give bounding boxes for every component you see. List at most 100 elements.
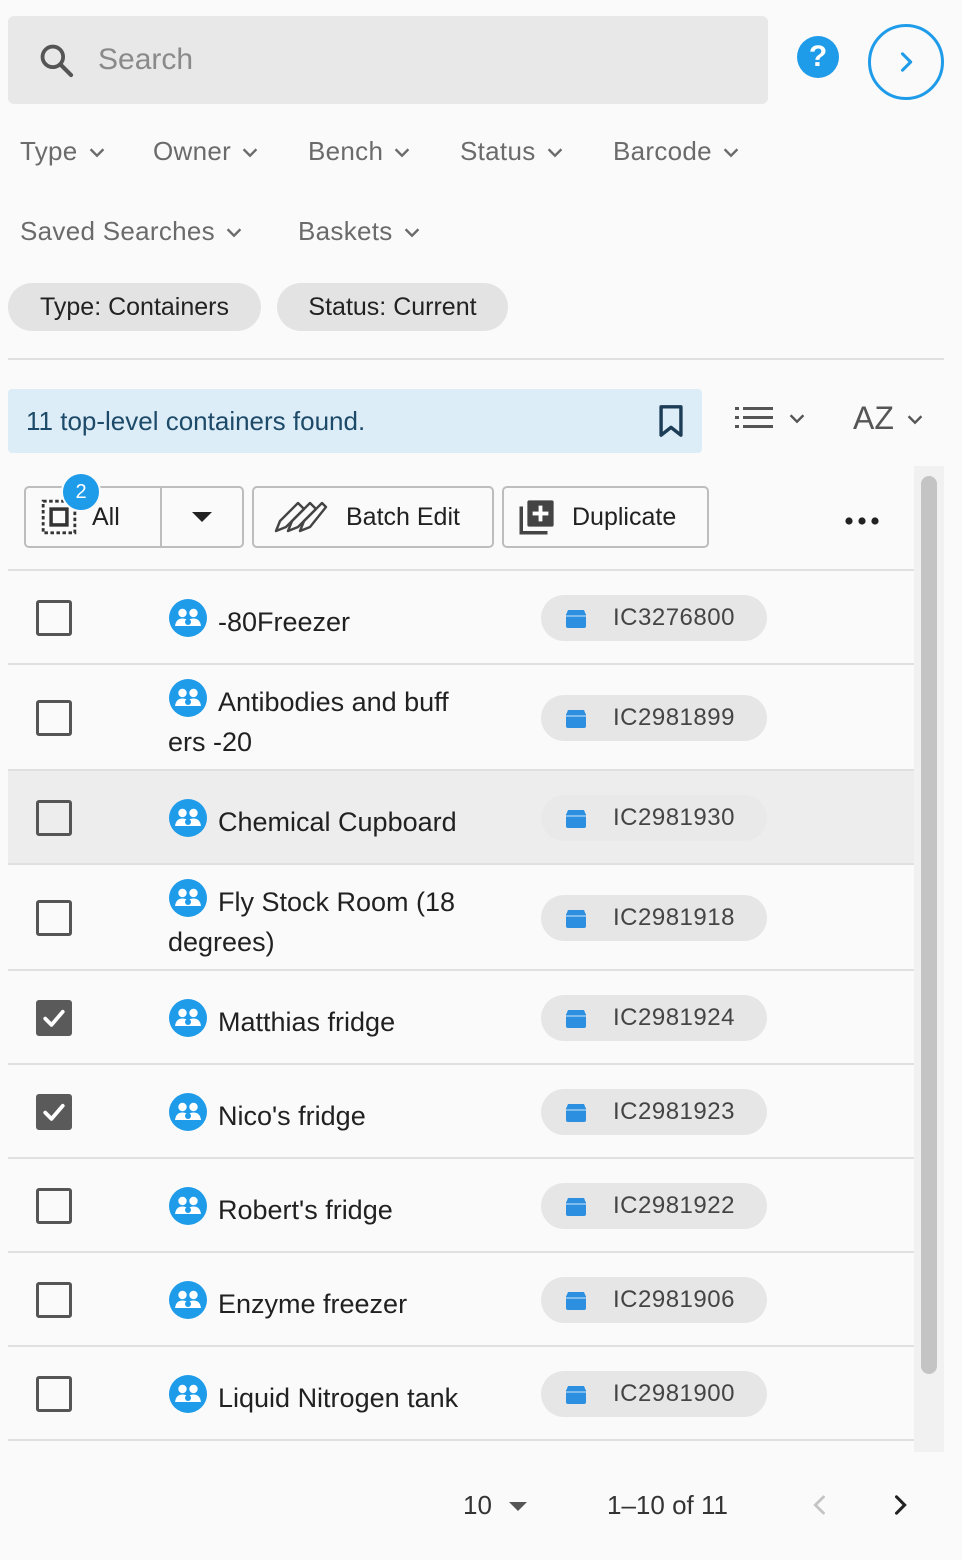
chevron-right-icon[interactable] [868, 24, 944, 100]
container-name[interactable]: Liquid Nitrogen tank [168, 1374, 498, 1418]
pagination-range: 1–10 of 11 [607, 1490, 728, 1520]
list-view-icon [735, 407, 773, 428]
view-mode-selector[interactable] [734, 404, 808, 432]
container-name[interactable]: Enzyme freezer [168, 1280, 498, 1324]
table-row[interactable]: Robert's fridge IC2981922 [8, 1159, 914, 1253]
global-id-chip[interactable]: IC2981924 [541, 995, 767, 1041]
row-checkbox[interactable] [36, 600, 72, 636]
filter-baskets-label: Baskets [298, 216, 393, 246]
results-info-banner: 11 top-level containers found. [8, 389, 702, 453]
table-row[interactable]: -80Freezer IC3276800 [8, 571, 914, 665]
chevron-down-icon [394, 147, 410, 157]
global-id-chip[interactable]: IC2981900 [541, 1371, 767, 1417]
container-name-text: Fly Stock Room (18 [218, 887, 456, 917]
filter-saved-searches-label: Saved Searches [20, 216, 215, 246]
container-name-text: Liquid Nitrogen tank [218, 1383, 459, 1413]
duplicate-button[interactable]: Duplicate [502, 486, 709, 548]
row-checkbox[interactable] [36, 1188, 72, 1224]
table-row[interactable]: Nico's fridge IC2981923 [8, 1065, 914, 1159]
chevron-left-icon[interactable] [806, 1488, 834, 1527]
caret-down-icon [192, 512, 212, 522]
container-name[interactable]: Chemical Cupboard [168, 798, 498, 842]
container-name[interactable]: Robert's fridge [168, 1186, 498, 1230]
sort-selector[interactable]: AZ [853, 400, 926, 437]
container-name-text: Chemical Cupboard [218, 807, 457, 837]
search-bar[interactable]: Search [8, 16, 768, 104]
filter-status-label: Status [460, 136, 536, 166]
filter-bench[interactable]: Bench [308, 136, 413, 167]
row-checkbox-checked[interactable] [36, 1094, 72, 1130]
container-name[interactable]: Matthias fridge [168, 998, 498, 1042]
shared-group-icon [168, 1186, 208, 1226]
container-box-icon [565, 1008, 587, 1028]
global-id-chip[interactable]: IC3276800 [541, 595, 767, 641]
container-box-icon [565, 808, 587, 828]
select-menu-button[interactable] [162, 510, 242, 524]
filter-baskets[interactable]: Baskets [298, 216, 423, 247]
global-id-text: IC2981900 [613, 1380, 735, 1407]
global-id-chip[interactable]: IC2981930 [541, 795, 767, 841]
table-row[interactable]: Matthias fridge IC2981924 [8, 971, 914, 1065]
global-id-chip[interactable]: IC2981899 [541, 695, 767, 741]
chevron-right-icon[interactable] [886, 1488, 914, 1527]
table-row[interactable]: Liquid Nitrogen tank IC2981900 [8, 1347, 914, 1441]
chevron-down-icon [723, 147, 739, 157]
container-box-icon [565, 1384, 587, 1404]
bookmark-icon[interactable] [656, 404, 686, 438]
chevron-down-icon [226, 227, 242, 237]
global-id-chip[interactable]: IC2981923 [541, 1089, 767, 1135]
filter-saved-searches[interactable]: Saved Searches [20, 216, 245, 247]
chip-type-containers[interactable]: Type: Containers [8, 283, 261, 331]
divider [8, 358, 944, 360]
filter-owner[interactable]: Owner [153, 136, 261, 167]
global-id-chip[interactable]: IC2981918 [541, 895, 767, 941]
container-box-icon [565, 1196, 587, 1216]
row-checkbox[interactable] [36, 800, 72, 836]
search-input[interactable]: Search [98, 43, 193, 77]
caret-down-icon [508, 1501, 527, 1511]
container-name[interactable]: Antibodies and buff ers -20 [168, 678, 498, 762]
shared-group-icon [168, 878, 208, 918]
batch-edit-label: Batch Edit [346, 502, 460, 531]
more-options-icon[interactable] [842, 506, 882, 536]
container-box-icon [565, 608, 587, 628]
container-name[interactable]: Nico's fridge [168, 1092, 498, 1136]
table-row[interactable]: Fly Stock Room (18 degrees) IC2981918 [8, 865, 914, 971]
row-checkbox-checked[interactable] [36, 1000, 72, 1036]
filter-barcode-label: Barcode [613, 136, 712, 166]
shared-group-icon [168, 1280, 208, 1320]
global-id-chip[interactable]: IC2981906 [541, 1277, 767, 1323]
container-name[interactable]: Fly Stock Room (18 degrees) [168, 878, 498, 962]
table-row[interactable]: Antibodies and buff ers -20 IC2981899 [8, 665, 914, 771]
help-icon[interactable]: ? [797, 36, 839, 78]
table-row[interactable]: Enzyme freezer IC2981906 [8, 1253, 914, 1347]
chevron-down-icon [404, 227, 419, 237]
chip-status-current[interactable]: Status: Current [277, 283, 508, 331]
global-id-text: IC3276800 [613, 604, 735, 631]
row-checkbox[interactable] [36, 1282, 72, 1318]
filter-barcode[interactable]: Barcode [613, 136, 742, 167]
scrollbar[interactable] [921, 476, 937, 1374]
chevron-down-icon [547, 147, 562, 157]
chevron-down-icon [907, 414, 923, 424]
global-id-chip[interactable]: IC2981922 [541, 1183, 767, 1229]
row-checkbox[interactable] [36, 1376, 72, 1412]
global-id-text: IC2981922 [613, 1192, 735, 1219]
filter-status[interactable]: Status [460, 136, 566, 167]
chevron-down-icon [89, 147, 104, 157]
results-message: 11 top-level containers found. [26, 405, 366, 436]
batch-edit-button[interactable]: Batch Edit [252, 486, 494, 548]
filter-type[interactable]: Type [20, 136, 108, 167]
container-name[interactable]: -80Freezer [168, 598, 498, 642]
select-all-label: All [92, 502, 120, 531]
row-checkbox[interactable] [36, 700, 72, 736]
search-icon [36, 40, 76, 80]
container-name-text-cont: degrees) [168, 927, 275, 957]
select-all-split-button[interactable]: All [24, 486, 244, 548]
container-box-icon [565, 1290, 587, 1310]
shared-group-icon [168, 998, 208, 1038]
rows-per-page-select[interactable]: 10 [463, 1490, 528, 1521]
row-checkbox[interactable] [36, 900, 72, 936]
filter-owner-label: Owner [153, 136, 232, 166]
table-row[interactable]: Chemical Cupboard IC2981930 [8, 771, 914, 865]
